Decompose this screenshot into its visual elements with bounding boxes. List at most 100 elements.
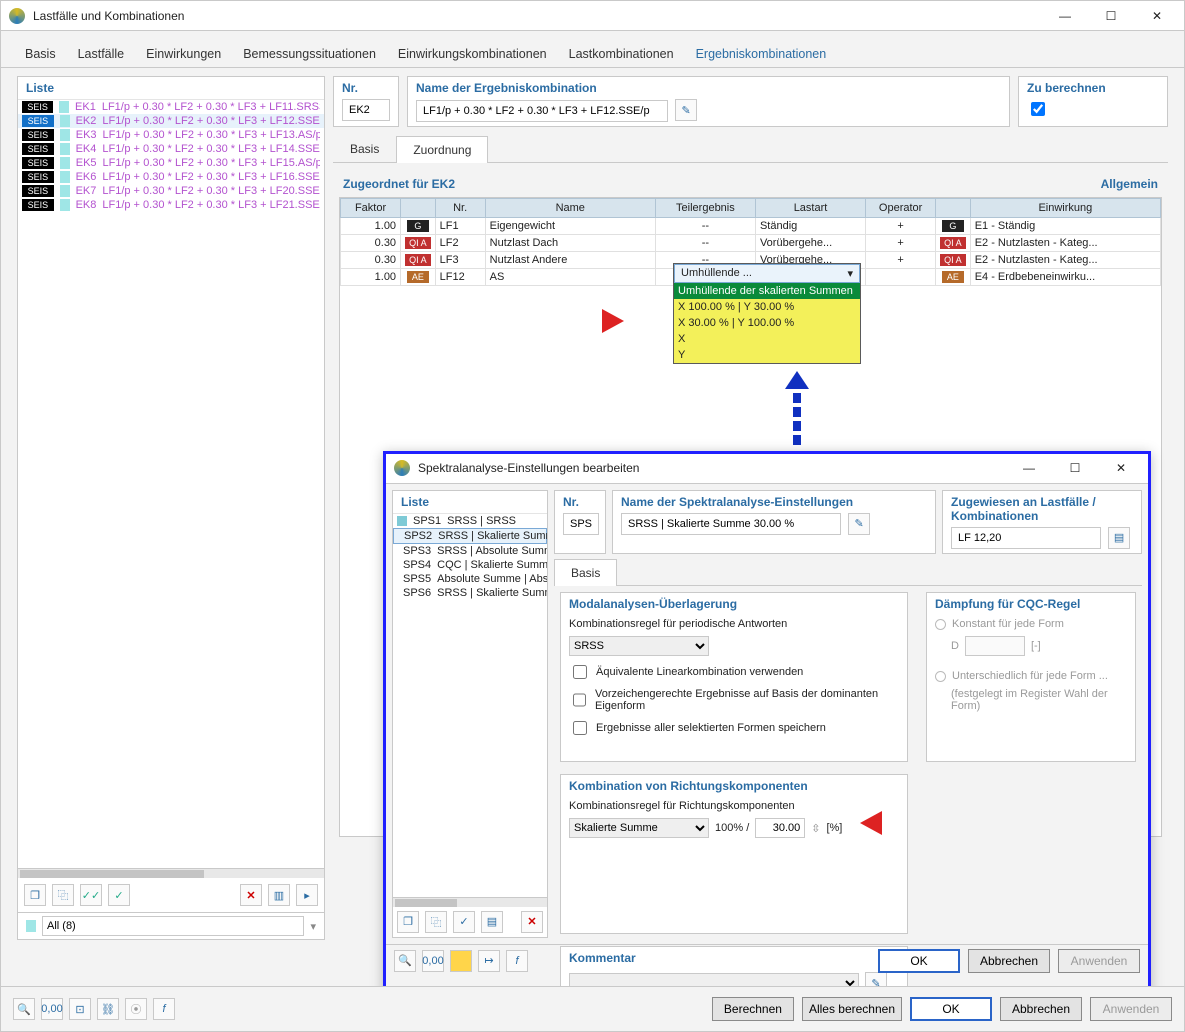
inner-tool-color[interactable]	[450, 950, 472, 972]
calc-all-button[interactable]: Alles berechnen	[802, 997, 902, 1021]
ek-row[interactable]: SEIS EK2 LF1/p + 0.30 * LF2 + 0.30 * LF3…	[18, 114, 324, 128]
inner-name-input[interactable]	[621, 513, 841, 535]
sps-row[interactable]: SPS3 SRSS | Absolute Summe	[393, 544, 547, 558]
tab-lastfaelle[interactable]: Lastfälle	[74, 41, 129, 67]
arrow-button[interactable]: ▸	[296, 884, 318, 906]
sps-row[interactable]: SPS4 CQC | Skalierte Summe 30.0	[393, 558, 547, 572]
sps-id: SPS6	[403, 587, 431, 599]
filter-input[interactable]	[42, 916, 304, 936]
ek-row[interactable]: SEIS EK4 LF1/p + 0.30 * LF2 + 0.30 * LF3…	[18, 142, 324, 156]
modal-c2[interactable]	[573, 693, 586, 707]
tab-bemessung[interactable]: Bemessungssituationen	[239, 41, 380, 67]
ek-id: EK3	[76, 129, 97, 141]
copy-button[interactable]: ⿻	[52, 884, 74, 906]
cancel-button[interactable]: Abbrechen	[1000, 997, 1082, 1021]
ek-row[interactable]: SEIS EK1 LF1/p + 0.30 * LF2 + 0.30 * LF3…	[18, 100, 324, 114]
inner-tool-fx[interactable]: f	[506, 950, 528, 972]
inner-tool-a[interactable]: ↦	[478, 950, 500, 972]
sps-row[interactable]: SPS5 Absolute Summe | Absolute	[393, 572, 547, 586]
sps-copy[interactable]: ⿻	[425, 911, 447, 933]
sps-scrollbar[interactable]	[393, 897, 547, 907]
modal-rule-select[interactable]: SRSS	[569, 636, 709, 656]
delete-button[interactable]: ✕	[240, 884, 262, 906]
ok-button[interactable]: OK	[910, 997, 992, 1021]
footer-link[interactable]: ⛓	[97, 998, 119, 1020]
dropdown-option[interactable]: Y	[674, 347, 860, 363]
inner-close[interactable]: ✕	[1098, 454, 1144, 482]
tab-lastkombi[interactable]: Lastkombinationen	[565, 41, 678, 67]
check-button[interactable]: ✓✓	[80, 884, 102, 906]
inner-assigned-btn[interactable]: ▤	[1108, 527, 1130, 549]
grid-row[interactable]: 0.30 QI A LF2Nutzlast Dach--Vorübergehe.…	[341, 234, 1161, 251]
footer-search[interactable]: 🔍	[13, 998, 35, 1020]
columns-button[interactable]: ▥	[268, 884, 290, 906]
footer-units[interactable]: ⊡	[69, 998, 91, 1020]
subtab-zuordnung[interactable]: Zuordnung	[396, 136, 488, 163]
app-icon	[9, 8, 25, 24]
teilergebnis-dropdown[interactable]: Umhüllende ... ▾ Umhüllende der skaliert…	[673, 263, 861, 364]
inner-minimize[interactable]: —	[1006, 454, 1052, 482]
ek-list[interactable]: SEIS EK1 LF1/p + 0.30 * LF2 + 0.30 * LF3…	[18, 100, 324, 868]
highlight-arrow-icon	[717, 811, 1025, 829]
inner-nr-input[interactable]	[563, 513, 599, 535]
footer-fx[interactable]: f	[153, 998, 175, 1020]
inner-edit-btn[interactable]: ✎	[848, 513, 870, 535]
tab-basis[interactable]: Basis	[21, 41, 60, 67]
ek-text: LF1/p + 0.30 * LF2 + 0.30 * LF3 + LF21.S…	[102, 199, 320, 211]
sps-more[interactable]: ▤	[481, 911, 503, 933]
ek-id: EK8	[76, 199, 97, 211]
inner-maximize[interactable]: ☐	[1052, 454, 1098, 482]
footer-num[interactable]: 0,00	[41, 998, 63, 1020]
sps-row[interactable]: SPS1 SRSS | SRSS	[393, 514, 547, 528]
loadtype-badge: QI A	[405, 237, 431, 249]
maximize-button[interactable]: ☐	[1088, 2, 1134, 30]
left-scrollbar[interactable]	[18, 868, 324, 878]
ek-row[interactable]: SEIS EK3 LF1/p + 0.30 * LF2 + 0.30 * LF3…	[18, 128, 324, 142]
sps-row[interactable]: SPS6 SRSS | Skalierte Summe 100.	[393, 586, 547, 600]
tab-einwirkungskombi[interactable]: Einwirkungskombinationen	[394, 41, 551, 67]
sps-check[interactable]: ✓	[453, 911, 475, 933]
inner-tool-num[interactable]: 0,00	[422, 950, 444, 972]
sps-delete[interactable]: ✕	[521, 911, 543, 933]
modal-c1[interactable]	[573, 665, 587, 679]
minimize-button[interactable]: —	[1042, 2, 1088, 30]
inner-assigned-input[interactable]	[951, 527, 1101, 549]
edit-name-button[interactable]: ✎	[675, 99, 697, 121]
sps-new[interactable]: ❐	[397, 911, 419, 933]
calc-label: Zu berechnen	[1027, 81, 1159, 95]
inner-ok[interactable]: OK	[878, 949, 960, 973]
inner-tool-search[interactable]: 🔍	[394, 950, 416, 972]
calc-checkbox[interactable]	[1031, 102, 1045, 116]
close-button[interactable]: ✕	[1134, 2, 1180, 30]
name-input[interactable]	[416, 100, 668, 122]
subtab-basis[interactable]: Basis	[333, 135, 396, 162]
tab-einwirkungen[interactable]: Einwirkungen	[142, 41, 225, 67]
tab-ergebniskombi[interactable]: Ergebniskombinationen	[692, 41, 831, 67]
inner-tab-basis[interactable]: Basis	[554, 559, 617, 586]
ek-row[interactable]: SEIS EK8 LF1/p + 0.30 * LF2 + 0.30 * LF3…	[18, 198, 324, 212]
new-button[interactable]: ❐	[24, 884, 46, 906]
main-tabs: Basis Lastfälle Einwirkungen Bemessungss…	[1, 31, 1184, 68]
dropdown-option[interactable]: X	[674, 331, 860, 347]
dropdown-option[interactable]: X 30.00 % | Y 100.00 %	[674, 315, 860, 331]
damp-title: Dämpfung für CQC-Regel	[927, 593, 1135, 615]
dir-rule-select[interactable]: Skalierte Summe	[569, 818, 709, 838]
sps-list[interactable]: SPS1 SRSS | SRSS SPS2 SRSS | Skalierte S…	[393, 514, 547, 897]
ek-id: EK7	[76, 185, 97, 197]
dropdown-option[interactable]: X 100.00 % | Y 30.00 %	[674, 299, 860, 315]
sps-text: SRSS | Skalierte Summe 100.	[437, 587, 547, 599]
ek-row[interactable]: SEIS EK6 LF1/p + 0.30 * LF2 + 0.30 * LF3…	[18, 170, 324, 184]
grid-row[interactable]: 1.00 G LF1Eigengewicht--Ständig+ G E1 - …	[341, 217, 1161, 234]
ek-row[interactable]: SEIS EK5 LF1/p + 0.30 * LF2 + 0.30 * LF3…	[18, 156, 324, 170]
inner-cancel[interactable]: Abbrechen	[968, 949, 1050, 973]
calc-button[interactable]: Berechnen	[712, 997, 794, 1021]
dropdown-option-selected[interactable]: Umhüllende der skalierten Summen	[674, 283, 860, 299]
chevron-down-icon[interactable]: ▾	[310, 920, 316, 933]
allgemein-link[interactable]: Allgemein	[1101, 177, 1158, 191]
sps-row[interactable]: SPS2 SRSS | Skalierte Summe 30.0	[393, 528, 547, 544]
category-icon	[60, 171, 70, 183]
uncheck-button[interactable]: ✓	[108, 884, 130, 906]
ek-row[interactable]: SEIS EK7 LF1/p + 0.30 * LF2 + 0.30 * LF3…	[18, 184, 324, 198]
nr-input[interactable]	[342, 99, 390, 121]
modal-c3[interactable]	[573, 721, 587, 735]
